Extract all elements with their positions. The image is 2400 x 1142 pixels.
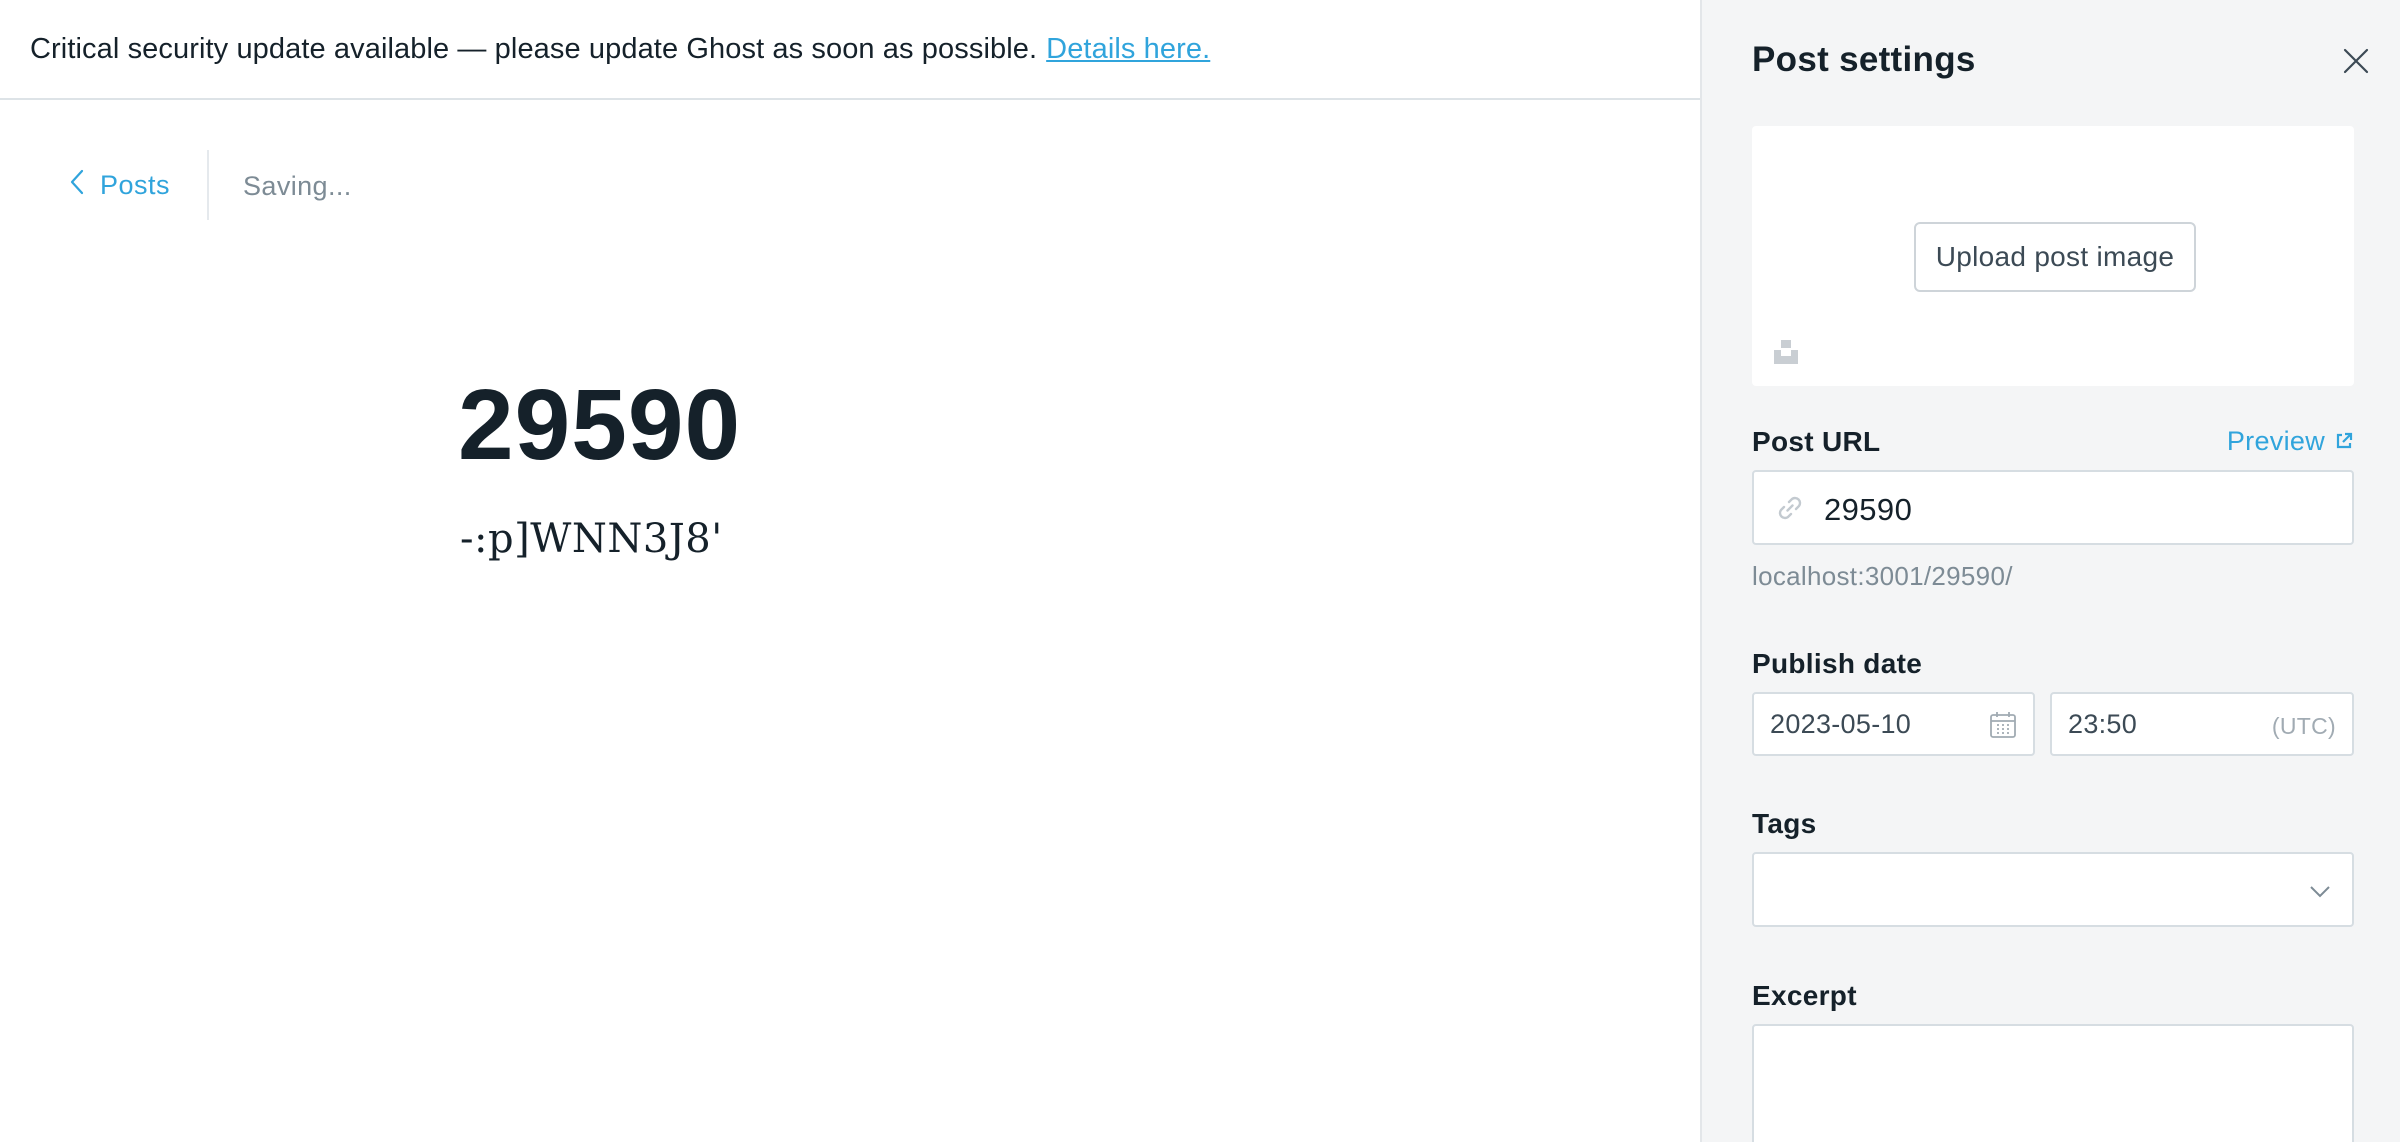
save-status: Saving... [243, 171, 352, 201]
close-icon[interactable] [2341, 46, 2371, 76]
publish-date-label: Publish date [1752, 648, 1923, 679]
tags-select[interactable] [1752, 852, 2354, 927]
back-link-label: Posts [100, 169, 171, 200]
post-url-hint: localhost:3001/29590/ [1752, 561, 2013, 591]
publish-date-input[interactable]: 2023-05-10 [1752, 692, 2035, 756]
preview-link-label: Preview [2226, 426, 2325, 456]
post-settings-panel: Post settings Upload post image Post URL… [1700, 0, 2400, 1142]
settings-title: Post settings [1752, 40, 1976, 79]
excerpt-label: Excerpt [1752, 980, 1857, 1011]
alert-message: Critical security update available — ple… [30, 32, 1038, 65]
unsplash-icon[interactable] [1772, 338, 1800, 366]
post-title[interactable]: 29590 [458, 365, 741, 485]
security-alert-banner: Critical security update available — ple… [0, 0, 1701, 100]
excerpt-textarea[interactable] [1752, 1024, 2354, 1142]
publish-time-value: 23:50 [2068, 709, 2138, 739]
back-to-posts-link[interactable]: Posts [68, 160, 170, 210]
alert-details-link[interactable]: Details here. [1046, 33, 1210, 66]
calendar-icon[interactable] [1989, 711, 2017, 739]
post-url-label: Post URL [1752, 426, 1881, 457]
preview-link[interactable]: Preview [2227, 426, 2353, 457]
upload-post-image-button[interactable]: Upload post image [1914, 222, 2196, 292]
timezone-label: (UTC) [2271, 713, 2336, 739]
chevron-left-icon [68, 168, 86, 203]
editor-main: Critical security update available — ple… [0, 0, 1701, 1142]
post-image-uploader: Upload post image [1752, 126, 2354, 386]
publish-date-value: 2023-05-10 [1770, 709, 1912, 739]
post-url-value: 29590 [1824, 492, 1913, 527]
chevron-down-icon [2308, 881, 2332, 901]
link-icon [1776, 494, 1804, 522]
editor-nav: Posts Saving... [0, 100, 1701, 230]
post-body[interactable]: -:p]WNN3J8' [460, 516, 723, 562]
external-link-icon [2335, 426, 2353, 457]
nav-divider [207, 150, 209, 220]
publish-time-input[interactable]: 23:50 (UTC) [2050, 692, 2354, 756]
tags-label: Tags [1752, 808, 1817, 839]
post-url-input[interactable]: 29590 [1752, 470, 2354, 545]
